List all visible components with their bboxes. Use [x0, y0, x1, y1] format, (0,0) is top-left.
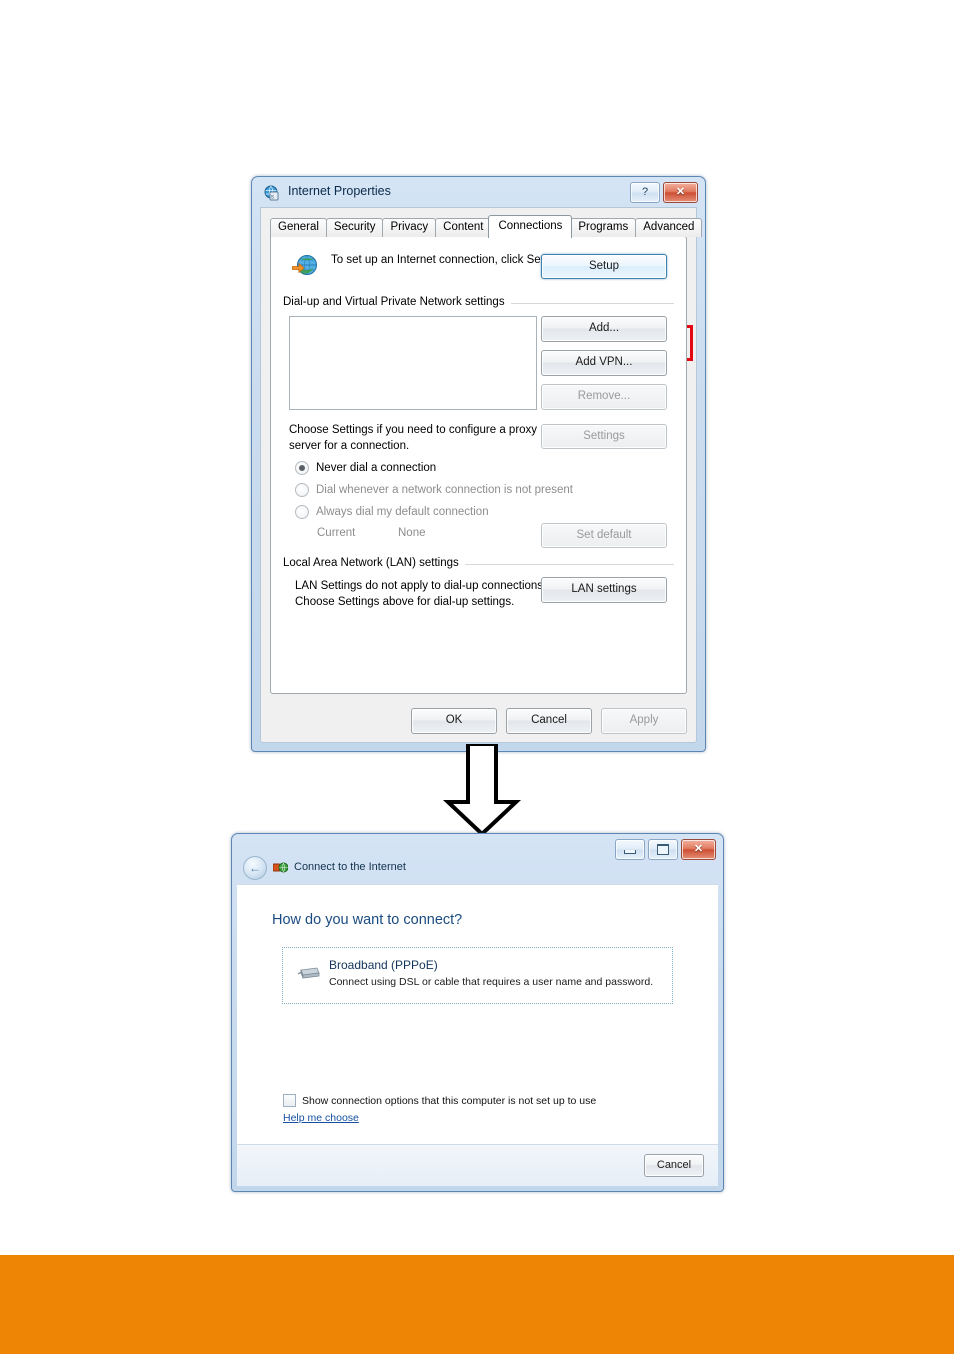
proxy-description: Choose Settings if you need to configure… [289, 424, 538, 452]
internet-properties-titlebar[interactable]: s Internet Properties ? ✕ [252, 177, 705, 207]
radio-never-dial-label: Never dial a connection [316, 462, 437, 474]
down-arrow-icon [440, 742, 524, 837]
globe-with-arrow-icon [291, 253, 319, 281]
dialup-group-title: Dial-up and Virtual Private Network sett… [283, 296, 511, 308]
wizard-footer: Cancel [237, 1144, 718, 1186]
radio-always-dial-label: Always dial my default connection [316, 506, 489, 518]
connections-tab-panel: To set up an Internet connection, click … [270, 236, 687, 694]
dialog-footer-buttons: OK Cancel Apply [270, 708, 687, 734]
tab-privacy[interactable]: Privacy [382, 218, 437, 237]
footer-bar [0, 1255, 954, 1354]
ok-button[interactable]: OK [411, 708, 497, 734]
close-icon[interactable]: ✕ [681, 839, 716, 860]
show-connection-options-checkbox[interactable] [283, 1094, 296, 1107]
lan-settings-button[interactable]: LAN settings [541, 577, 667, 603]
wizard-cancel-button[interactable]: Cancel [644, 1154, 704, 1177]
wizard-body: How do you want to connect? Broadband (P… [237, 884, 718, 1145]
broadband-option-card[interactable]: Broadband (PPPoE) Connect using DSL or c… [282, 947, 673, 1004]
wizard-titlebar[interactable]: ✕ ← Connect to the Internet [232, 834, 723, 884]
setup-section: To set up an Internet connection, click … [283, 249, 674, 289]
wizard-question: How do you want to connect? [272, 912, 463, 928]
radio-indicator [295, 461, 309, 475]
current-connection-label: Current [317, 527, 356, 539]
radio-always-dial: Always dial my default connection [295, 505, 489, 519]
lan-group-title: Local Area Network (LAN) settings [283, 557, 465, 569]
window-buttons: ? ✕ [630, 182, 698, 203]
help-button[interactable]: ? [630, 182, 660, 203]
show-connection-options-label: Show connection options that this comput… [302, 1094, 597, 1107]
add-button[interactable]: Add... [541, 316, 667, 342]
internet-properties-window: s Internet Properties ? ✕ General Securi… [251, 176, 706, 752]
internet-properties-icon: s [264, 185, 280, 201]
dialup-group: Dial-up and Virtual Private Network sett… [283, 296, 674, 418]
apply-button: Apply [601, 708, 687, 734]
show-connection-options-row[interactable]: Show connection options that this comput… [283, 1094, 596, 1107]
radio-dial-whenever-label: Dial whenever a network connection is no… [316, 484, 573, 496]
radio-indicator [295, 505, 309, 519]
internet-properties-body: General Security Privacy Content Connect… [260, 207, 703, 743]
window-title: Internet Properties [288, 184, 391, 198]
tab-programs[interactable]: Programs [570, 218, 637, 237]
wizard-window-buttons: ✕ [615, 839, 716, 860]
broadband-option-description: Connect using DSL or cable that requires… [329, 976, 654, 988]
help-me-choose-link[interactable]: Help me choose [283, 1112, 359, 1124]
svg-text:s: s [271, 195, 274, 201]
remove-button: Remove... [541, 384, 667, 410]
tab-general[interactable]: General [270, 218, 327, 237]
tab-advanced[interactable]: Advanced [635, 218, 703, 237]
cancel-button[interactable]: Cancel [506, 708, 592, 734]
broadband-option-title: Broadband (PPPoE) [329, 958, 438, 972]
tab-connections[interactable]: Connections [488, 215, 573, 238]
radio-never-dial[interactable]: Never dial a connection [295, 461, 436, 475]
broadband-modem-icon [297, 965, 321, 981]
proxy-section: Choose Settings if you need to configure… [283, 423, 674, 548]
minimize-icon[interactable] [615, 839, 645, 860]
network-connection-icon [272, 860, 289, 875]
close-icon[interactable]: ✕ [663, 182, 698, 203]
current-connection-value: None [398, 527, 426, 539]
radio-indicator [295, 483, 309, 497]
lan-description: LAN Settings do not apply to dial-up con… [295, 580, 547, 608]
tab-strip: General Security Privacy Content Connect… [270, 215, 703, 238]
proxy-settings-button: Settings [541, 424, 667, 449]
back-button[interactable]: ← [243, 856, 267, 880]
tab-content[interactable]: Content [435, 218, 492, 237]
lan-group: Local Area Network (LAN) settings LAN Se… [283, 557, 674, 627]
setup-button[interactable]: Setup [541, 254, 667, 279]
wizard-title: Connect to the Internet [294, 861, 406, 873]
tab-security[interactable]: Security [325, 218, 384, 237]
maximize-icon[interactable] [648, 839, 678, 860]
page-root: s Internet Properties ? ✕ General Securi… [0, 0, 954, 1354]
add-vpn-button[interactable]: Add VPN... [541, 350, 667, 376]
dialup-connections-list[interactable] [289, 316, 537, 410]
connect-to-internet-window: ✕ ← Connect to the Internet How do you w… [231, 833, 724, 1192]
set-default-button: Set default [541, 523, 667, 548]
radio-dial-whenever: Dial whenever a network connection is no… [295, 483, 573, 497]
